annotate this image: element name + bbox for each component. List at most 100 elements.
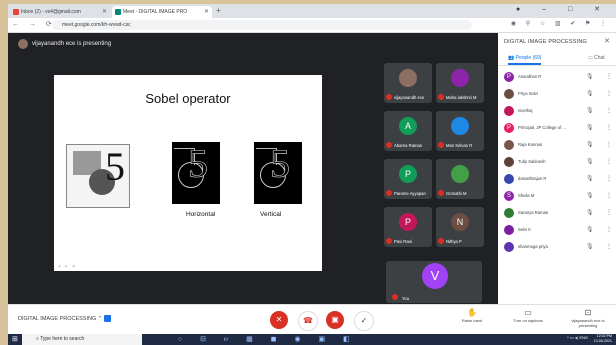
more-icon[interactable]: ⋮: [606, 175, 612, 182]
mic-off-icon[interactable]: 🎙: [586, 158, 594, 165]
self-tile[interactable]: V You: [386, 261, 482, 303]
participant-tile[interactable]: Maha lakshmi M: [436, 63, 484, 103]
list-item[interactable]: Selvi K 🎙 ⋮: [498, 222, 616, 239]
list-item[interactable]: P Anandhan R 🎙 ⋮: [498, 69, 616, 86]
avatar: [451, 165, 469, 183]
avatar: [504, 157, 514, 167]
participant-tile[interactable]: vijayanandh ece: [384, 63, 432, 103]
phone-hangup-icon: ☎: [303, 316, 313, 325]
tab-inbox[interactable]: Inbox (2) - vs4@gmail.com ✕: [10, 6, 110, 18]
person-name: Priya Selvi: [518, 91, 538, 96]
window-controls[interactable]: ● – □ ✕: [516, 5, 610, 13]
taskbar-apps[interactable]: ○ ⊟ ℮ ▦ ◼ ◉ ▣ ◧: [178, 335, 358, 343]
tab-meet[interactable]: Meet - DIGITAL IMAGE PRO ✕: [112, 6, 212, 18]
avatar: [504, 225, 514, 235]
address-bar-row: ← → ⟳ meet.google.com/kfr-wvwd-csc ◉ ⚲ ☆…: [8, 18, 616, 33]
avatar: N: [451, 213, 469, 231]
more-icon[interactable]: ⋮: [606, 73, 612, 80]
person-name: damathirajan R: [518, 176, 547, 181]
self-name: You: [402, 296, 410, 301]
url-input[interactable]: meet.google.com/kfr-wvwd-csc: [52, 20, 472, 30]
present-check-button[interactable]: ✓: [354, 311, 374, 331]
more-icon[interactable]: ⋮: [606, 158, 612, 165]
nav-buttons[interactable]: ← → ⟳: [12, 20, 56, 28]
taskbar-search[interactable]: ⌕ Type here to search: [22, 334, 142, 345]
windows-start-icon[interactable]: ⊞: [12, 335, 18, 343]
mic-off-icon[interactable]: 🎙: [586, 73, 594, 80]
more-icon[interactable]: ⋮: [606, 141, 612, 148]
close-icon[interactable]: ✕: [102, 6, 107, 18]
camera-toggle-button[interactable]: ▣: [326, 311, 344, 329]
new-tab-button[interactable]: +: [216, 6, 221, 16]
participant-tile[interactable]: Mari Selvan R: [436, 111, 484, 151]
more-icon[interactable]: ⋮: [606, 192, 612, 199]
presenting-button[interactable]: ⊡ vijayanandh ece is presenting: [564, 308, 612, 328]
mic-off-icon[interactable]: 🎙: [586, 124, 594, 131]
participant-tile[interactable]: A Abarna Raman: [384, 111, 432, 151]
mic-off-icon[interactable]: 🎙: [586, 209, 594, 216]
tab-chat[interactable]: ▭ Chat: [588, 55, 605, 61]
captions-button[interactable]: ▭ Turn on captions: [508, 308, 548, 323]
list-item[interactable]: S Sheila M 🎙 ⋮: [498, 188, 616, 205]
people-list: P Anandhan R 🎙 ⋮ Priya Selvi 🎙 ⋮ nivethaj 🎙 ⋮ P…: [498, 69, 616, 256]
presenter-label: vijayanandh ece is presenting: [18, 39, 111, 49]
person-name: Anandhan R: [518, 74, 542, 79]
system-tray[interactable]: ^ ▭ ◂) ENG: [567, 335, 588, 340]
more-icon[interactable]: ⋮: [606, 226, 612, 233]
raise-hand-button[interactable]: ✋ Raise hand: [452, 308, 492, 323]
tab-people[interactable]: 👥 People (69): [508, 55, 542, 65]
meeting-name[interactable]: DIGITAL IMAGE PROCESSING ⌃: [18, 315, 111, 322]
mic-off-icon: ✕: [275, 315, 283, 324]
list-item[interactable]: Tulip Sabinesh 🎙 ⋮: [498, 154, 616, 171]
leave-call-button[interactable]: ☎: [298, 311, 318, 331]
person-name: Principal, JP College of ...: [518, 125, 566, 130]
close-icon[interactable]: ✕: [604, 37, 610, 45]
caption-horizontal: Horizontal: [186, 211, 216, 218]
avatar: [504, 140, 514, 150]
more-icon[interactable]: ⋮: [606, 124, 612, 131]
mic-off-icon[interactable]: 🎙: [586, 226, 594, 233]
windows-taskbar: ⊞ ⌕ Type here to search ○ ⊟ ℮ ▦ ◼ ◉ ▣ ◧ …: [8, 334, 616, 345]
mic-off-icon[interactable]: 🎙: [586, 90, 594, 97]
list-item[interactable]: Priya Selvi 🎙 ⋮: [498, 86, 616, 103]
list-item[interactable]: damathirajan R 🎙 ⋮: [498, 171, 616, 188]
close-icon[interactable]: ✕: [204, 6, 209, 18]
mic-toggle-button[interactable]: ✕: [270, 311, 288, 329]
horizontal-edge-image: 5: [172, 142, 220, 204]
participant-tile[interactable]: P Pavi Rani: [384, 207, 432, 247]
mic-off-icon: [386, 238, 392, 244]
list-item[interactable]: Raja Kannan 🎙 ⋮: [498, 137, 616, 154]
caption-vertical: Vertical: [260, 211, 282, 218]
participant-tile[interactable]: Gomathi M: [436, 159, 484, 199]
vertical-edge-image: 5: [254, 142, 302, 204]
presentation-slide: Sobel operator 5 5 5 Horizontal Vertical…: [54, 75, 322, 271]
more-icon[interactable]: ⋮: [606, 209, 612, 216]
participant-tile[interactable]: N Nithya P: [436, 207, 484, 247]
mic-off-icon: [386, 142, 392, 148]
mic-off-icon: [438, 94, 444, 100]
person-name: Sheila M: [518, 193, 535, 198]
extension-icons[interactable]: ◉ ⚲ ☆ ▥ ✔ ⚑ ⋮: [511, 20, 610, 27]
list-item[interactable]: shanmuga priya 🎙 ⋮: [498, 239, 616, 256]
people-icon: 👥: [508, 55, 515, 61]
mic-off-icon[interactable]: 🎙: [586, 175, 594, 182]
person-name: shanmuga priya: [518, 244, 548, 249]
more-icon[interactable]: ⋮: [606, 243, 612, 250]
mic-off-icon[interactable]: 🎙: [586, 107, 594, 114]
avatar: P: [399, 213, 417, 231]
taskbar-clock[interactable]: 12:02 PM 13-05-2021: [594, 334, 612, 344]
list-item[interactable]: P Principal, JP College of ... 🎙 ⋮: [498, 120, 616, 137]
more-icon[interactable]: ⋮: [606, 107, 612, 114]
screen: Inbox (2) - vs4@gmail.com ✕ Meet - DIGIT…: [8, 4, 616, 345]
meet-icon: [115, 9, 121, 15]
mic-off-icon[interactable]: 🎙: [586, 141, 594, 148]
mic-off-icon[interactable]: 🎙: [586, 243, 594, 250]
mic-off-icon[interactable]: 🎙: [586, 192, 594, 199]
list-item[interactable]: nivethaj 🎙 ⋮: [498, 103, 616, 120]
list-item[interactable]: Saranya Raman 🎙 ⋮: [498, 205, 616, 222]
present-screen-icon[interactable]: [103, 315, 111, 322]
participant-tile[interactable]: P Parame Ayyapan: [384, 159, 432, 199]
tab-label: Inbox (2) - vs4@gmail.com: [21, 9, 81, 15]
more-icon[interactable]: ⋮: [606, 90, 612, 97]
hand-icon: ✋: [467, 308, 477, 317]
